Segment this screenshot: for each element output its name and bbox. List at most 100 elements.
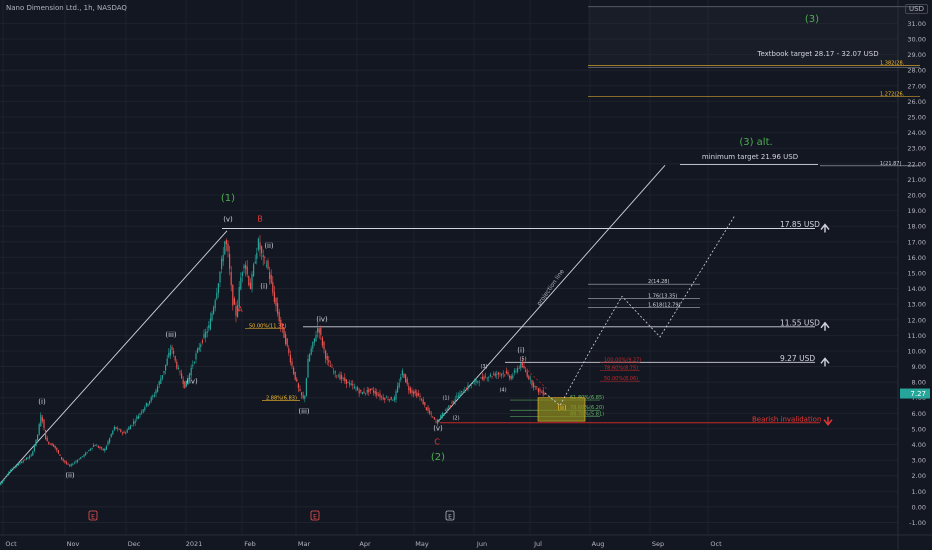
x-tick-label: Sep bbox=[652, 540, 664, 548]
candle-body bbox=[150, 397, 152, 402]
wave-label: (2) bbox=[431, 452, 445, 463]
candle-body bbox=[497, 372, 499, 375]
y-tick-label: 30.00 bbox=[907, 35, 926, 43]
candle-body bbox=[291, 361, 293, 367]
candle-body bbox=[510, 376, 512, 380]
candle-body bbox=[219, 271, 221, 283]
candle-body bbox=[297, 383, 299, 388]
candle-body bbox=[158, 381, 160, 385]
candle-body bbox=[448, 405, 450, 408]
candle-body bbox=[456, 395, 458, 397]
candle-body bbox=[520, 363, 522, 369]
y-tick-label: 27.00 bbox=[907, 82, 926, 90]
candle-body bbox=[505, 371, 507, 374]
candle-body bbox=[57, 450, 59, 454]
y-tick-label: 17.00 bbox=[907, 238, 926, 246]
candle-body bbox=[296, 379, 298, 382]
candle-body bbox=[169, 349, 171, 356]
candle-body bbox=[491, 376, 493, 377]
candle-body bbox=[331, 367, 333, 368]
candle-body bbox=[8, 472, 10, 475]
candle-body bbox=[329, 365, 331, 367]
wave-label: (3) bbox=[480, 364, 487, 370]
candle bbox=[251, 271, 253, 293]
candle-body bbox=[67, 463, 69, 465]
candle-body bbox=[438, 419, 440, 421]
y-tick-label: -1.00 bbox=[909, 519, 926, 527]
y-tick-label: 23.00 bbox=[907, 145, 926, 153]
candle bbox=[253, 262, 255, 278]
candle-body bbox=[481, 376, 483, 380]
wave-label: (3) bbox=[805, 14, 819, 25]
candle-body bbox=[17, 463, 19, 466]
candle-body bbox=[141, 411, 143, 413]
wave-label: (1) bbox=[442, 395, 449, 401]
y-tick-label: 28.00 bbox=[907, 67, 926, 75]
wave-label: (iv) bbox=[186, 378, 198, 386]
candle-body bbox=[113, 426, 115, 430]
candle-body bbox=[509, 375, 511, 379]
y-tick-label: 6.00 bbox=[912, 410, 926, 418]
candle-body bbox=[446, 408, 448, 411]
candle-body bbox=[421, 399, 423, 400]
fib-level-label: 1.272(26. bbox=[880, 92, 905, 98]
candle-body bbox=[54, 445, 56, 449]
candle-body bbox=[384, 397, 386, 400]
candle-body bbox=[309, 354, 311, 362]
candle-body bbox=[27, 457, 29, 459]
candle-body bbox=[184, 381, 186, 389]
candle-body bbox=[301, 392, 303, 396]
candle-body bbox=[289, 354, 291, 363]
candle-body bbox=[176, 361, 178, 369]
candle-body bbox=[105, 445, 107, 450]
fib-level-label: 100.00%(9.27) bbox=[604, 357, 641, 363]
currency-badge[interactable]: USD bbox=[905, 4, 928, 14]
candle-body bbox=[198, 347, 200, 350]
candle-body bbox=[365, 392, 367, 394]
candle-body bbox=[70, 464, 72, 466]
x-tick-label: May bbox=[415, 540, 429, 548]
candle-body bbox=[334, 371, 336, 374]
candle-body bbox=[51, 443, 53, 446]
candle-body bbox=[475, 379, 477, 383]
wave-label: C bbox=[434, 438, 440, 447]
candle-body bbox=[177, 367, 179, 369]
candle-body bbox=[473, 381, 475, 382]
candle-body bbox=[406, 379, 408, 384]
fib-level-label: 50.00%(8.06) bbox=[604, 376, 638, 382]
candle-body bbox=[107, 441, 109, 445]
candle-body bbox=[377, 395, 379, 396]
candle-body bbox=[424, 402, 426, 406]
candle-body bbox=[174, 356, 176, 361]
candle-body bbox=[85, 452, 87, 456]
candle bbox=[305, 377, 307, 397]
y-tick-label: 24.00 bbox=[907, 129, 926, 137]
candle-body bbox=[69, 465, 71, 466]
candle-body bbox=[528, 376, 530, 380]
price-target-label: 9.27 USD bbox=[780, 354, 815, 363]
candle-body bbox=[285, 334, 287, 344]
candle-body bbox=[78, 459, 80, 460]
candle-body bbox=[317, 328, 319, 333]
wave-label: (4) bbox=[499, 388, 506, 394]
wave-label: (i) bbox=[38, 398, 46, 406]
candle-body bbox=[536, 386, 538, 388]
candle-body bbox=[65, 461, 67, 464]
candle-body bbox=[161, 375, 163, 379]
earnings-marker-label: E bbox=[448, 514, 452, 521]
candle-body bbox=[230, 271, 232, 286]
candle-body bbox=[110, 434, 112, 438]
candle-body bbox=[264, 257, 266, 258]
earnings-marker-label: E bbox=[313, 514, 317, 521]
candle-body bbox=[472, 383, 474, 385]
candle-body bbox=[197, 348, 199, 353]
candle-body bbox=[94, 445, 96, 446]
candle-body bbox=[435, 421, 437, 423]
candle-body bbox=[272, 282, 274, 293]
candle-body bbox=[261, 246, 263, 254]
candle-body bbox=[389, 399, 391, 401]
candle-body bbox=[485, 376, 487, 378]
price-chart[interactable]: 61.80%(6.85)78.60%(6.20)88.70%(5.81)100.… bbox=[0, 0, 932, 550]
candle-body bbox=[217, 283, 219, 294]
candle-body bbox=[173, 351, 175, 354]
